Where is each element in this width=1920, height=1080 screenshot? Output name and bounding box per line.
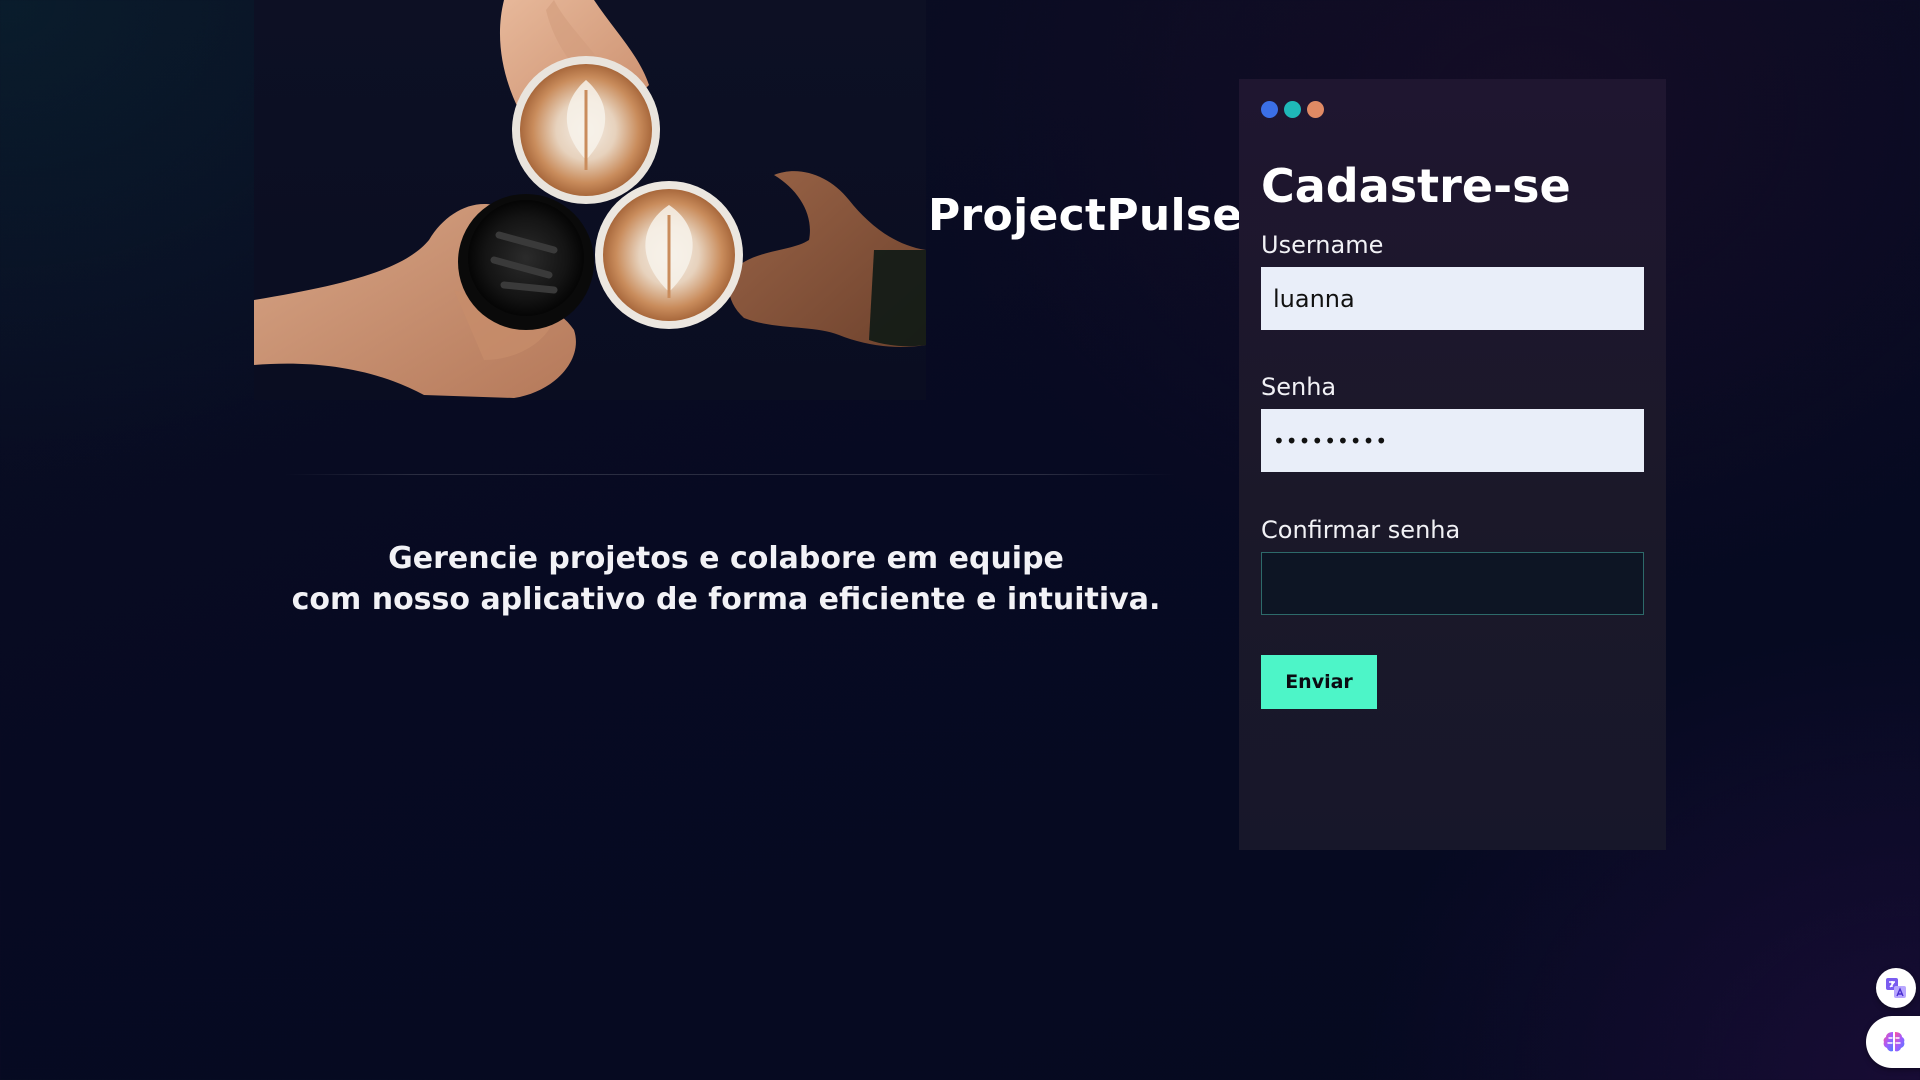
tagline-line-1: Gerencie projetos e colabore em equipe [388, 541, 1064, 576]
username-label: Username [1261, 231, 1384, 259]
window-dot-teal [1284, 101, 1301, 118]
brain-icon [1883, 1032, 1905, 1052]
coffee-cups-cheers-photo [254, 0, 926, 398]
tagline: Gerencie projetos e colabore em equipe c… [254, 538, 1198, 620]
tagline-line-2: com nosso aplicativo de forma eficiente … [291, 582, 1161, 617]
translate-icon [1886, 978, 1906, 998]
confirm-password-input[interactable] [1261, 552, 1644, 615]
brand-title: ProjectPulse [928, 190, 1243, 241]
password-label: Senha [1261, 373, 1337, 401]
window-dot-blue [1261, 101, 1278, 118]
username-input[interactable] [1261, 267, 1644, 330]
window-dots [1261, 101, 1324, 118]
signup-title: Cadastre-se [1261, 159, 1571, 213]
assistant-button[interactable] [1866, 1016, 1920, 1068]
signup-panel: Cadastre-se Username Senha Confirmar sen… [1239, 79, 1666, 850]
submit-button[interactable]: Enviar [1261, 655, 1377, 709]
confirm-password-label: Confirmar senha [1261, 516, 1461, 544]
divider [284, 474, 1176, 475]
password-input[interactable] [1261, 409, 1644, 472]
hero-image [254, 0, 926, 400]
window-dot-orange [1307, 101, 1324, 118]
translate-button[interactable] [1876, 968, 1916, 1008]
